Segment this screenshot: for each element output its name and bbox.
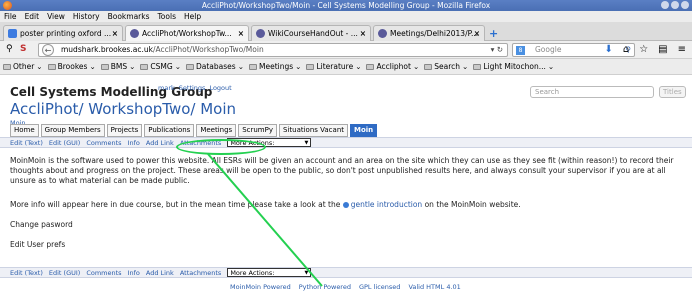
annotation-arrow <box>207 153 323 287</box>
annotation-arrow-line <box>207 153 323 287</box>
